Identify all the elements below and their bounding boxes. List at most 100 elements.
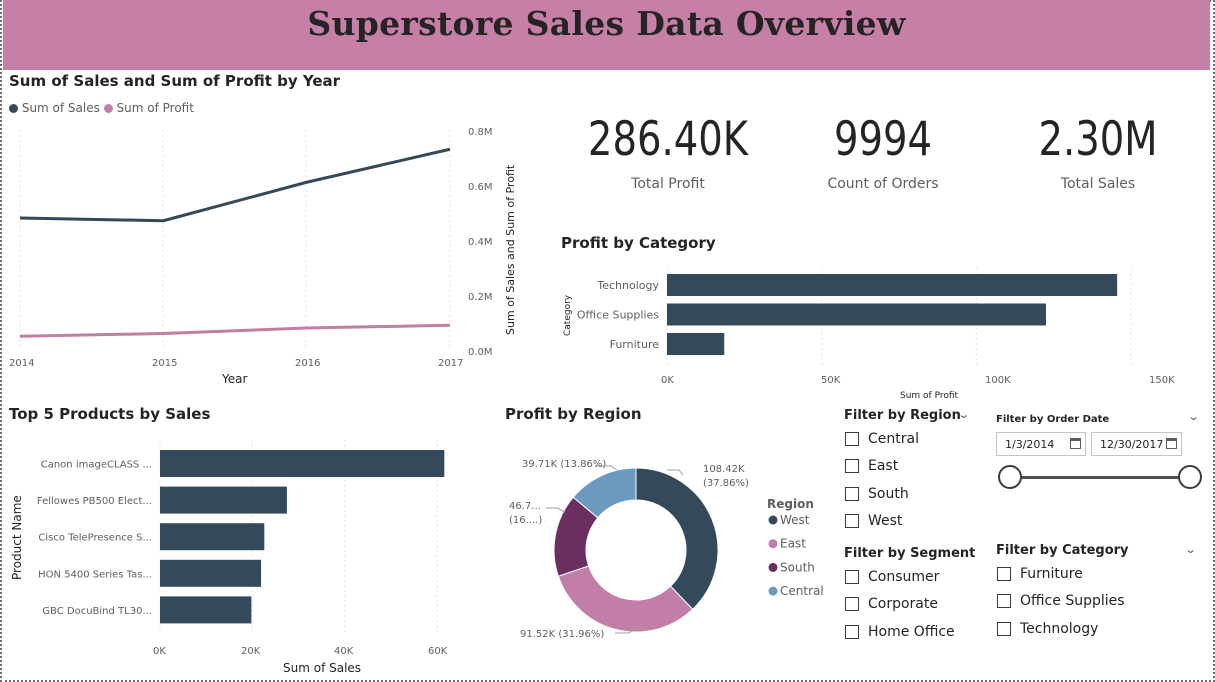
series-line-profit xyxy=(19,323,451,338)
category-bars: Technology Office Supplies Furniture xyxy=(577,274,1118,355)
checkbox[interactable] xyxy=(845,432,859,446)
donut-slice-east[interactable] xyxy=(557,565,694,633)
calendar-icon[interactable] xyxy=(1070,438,1081,449)
checkbox[interactable] xyxy=(997,594,1011,608)
y-tick: 0.0M xyxy=(468,347,493,358)
donut-slice-west[interactable] xyxy=(635,467,719,610)
category-bar[interactable] xyxy=(667,274,1118,296)
x-axis-label: Year xyxy=(221,372,247,386)
slice-label-south-pct: (16....) xyxy=(509,515,542,526)
date-range-start-handle[interactable] xyxy=(998,465,1022,489)
title-banner: Superstore Sales Data Overview xyxy=(3,0,1210,70)
checkbox[interactable] xyxy=(845,625,859,639)
category-bar[interactable] xyxy=(667,333,725,355)
checkbox[interactable] xyxy=(845,487,859,501)
sales-profit-line-chart: 0.0M 0.2M 0.4M 0.6M 0.8M 2014 2015 2016 … xyxy=(9,127,517,386)
filter-option-furniture[interactable]: Furniture xyxy=(997,566,1083,582)
legend-label-profit: Sum of Profit xyxy=(116,101,194,115)
filter-option-west[interactable]: West xyxy=(845,513,902,529)
y-axis-ticks: 0.0M 0.2M 0.4M 0.6M 0.8M xyxy=(468,127,493,358)
filter-option-south[interactable]: South xyxy=(845,486,909,502)
x-tick: 50K xyxy=(821,375,841,386)
option-label: Consumer xyxy=(868,569,940,585)
filter-date-title: Filter by Order Date xyxy=(996,414,1110,425)
checkbox[interactable] xyxy=(845,459,859,473)
series-line-sales xyxy=(19,147,451,223)
checkbox[interactable] xyxy=(997,567,1011,581)
date-range-end-handle[interactable] xyxy=(1178,465,1202,489)
line-chart-title: Sum of Sales and Sum of Profit by Year xyxy=(9,72,341,90)
line-series xyxy=(19,147,451,338)
legend-label-south: South xyxy=(780,560,815,574)
option-label: Central xyxy=(868,431,919,447)
date-range-slider-track[interactable] xyxy=(1010,476,1190,479)
product-bar[interactable] xyxy=(160,596,252,624)
legend-label-west: West xyxy=(780,513,810,527)
checkbox[interactable] xyxy=(845,514,859,528)
filter-region-title: Filter by Region xyxy=(844,408,961,423)
products-chart-title: Top 5 Products by Sales xyxy=(9,405,211,423)
slice-label-south: 46.7... xyxy=(509,501,541,512)
slice-label-west: 108.42K xyxy=(703,464,745,475)
end-date-value: 12/30/2017 xyxy=(1100,438,1164,451)
y-axis-label: Product Name xyxy=(10,495,24,580)
option-label: Office Supplies xyxy=(1020,593,1125,609)
filter-category-title: Filter by Category xyxy=(996,543,1129,558)
product-bar[interactable] xyxy=(160,523,265,551)
profit-by-region-donut: 108.42K (37.86%) 91.52K (31.96%) 46.7...… xyxy=(509,459,824,640)
y-tick: 0.4M xyxy=(468,237,493,248)
profit-by-category-chart: Technology Office Supplies Furniture 0K 50… xyxy=(563,268,1175,401)
filter-option-east[interactable]: East xyxy=(845,458,898,474)
product-tick-label: HON 5400 Series Tas... xyxy=(38,569,152,580)
x-tick: 40K xyxy=(334,646,354,657)
legend-label-east: East xyxy=(780,537,806,551)
x-tick: 60K xyxy=(428,646,448,657)
y-tick: 0.6M xyxy=(468,182,493,193)
y-tick: 0.2M xyxy=(468,292,493,303)
x-tick: 2017 xyxy=(438,358,463,369)
option-label: Technology xyxy=(1020,621,1099,637)
filter-option-corporate[interactable]: Corporate xyxy=(845,596,938,612)
top-products-chart: Canon imageCLASS ... Fellowes PB500 Elect… xyxy=(10,440,448,675)
product-bar[interactable] xyxy=(160,450,445,477)
filter-option-central[interactable]: Central xyxy=(845,431,919,447)
category-bar[interactable] xyxy=(667,303,1046,326)
kpi-total-profit-value: 286.40K xyxy=(587,112,749,167)
filter-option-home-office[interactable]: Home Office xyxy=(845,624,955,640)
checkbox[interactable] xyxy=(845,570,859,584)
x-tick: 20K xyxy=(241,646,261,657)
calendar-icon[interactable] xyxy=(1166,438,1177,449)
option-label: Home Office xyxy=(868,624,955,640)
slice-label-west-pct: (37.86%) xyxy=(703,478,749,489)
filter-option-consumer[interactable]: Consumer xyxy=(845,569,939,585)
slice-label-central: 39.71K (13.86%) xyxy=(522,459,606,470)
category-tick-label: Furniture xyxy=(610,338,660,351)
legend-marker-west xyxy=(768,515,778,525)
region-chart-title: Profit by Region xyxy=(505,405,642,423)
product-tick-label: Cisco TelePresence S... xyxy=(38,533,152,544)
region-legend-title: Region xyxy=(767,497,814,511)
y-axis-label: Category xyxy=(563,294,573,336)
checkbox[interactable] xyxy=(997,622,1011,636)
product-bar[interactable] xyxy=(160,486,287,514)
x-tick: 2016 xyxy=(295,358,320,369)
chevron-down-icon[interactable]: ⌄ xyxy=(1187,410,1200,423)
kpi-order-count-label: Count of Orders xyxy=(827,176,939,192)
end-date-input[interactable]: 12/30/2017 xyxy=(1091,432,1182,456)
category-chart-title: Profit by Category xyxy=(561,234,716,252)
x-tick: 2015 xyxy=(152,358,177,369)
start-date-input[interactable]: 1/3/2014 xyxy=(996,432,1086,456)
x-axis-label: Sum of Sales xyxy=(283,661,361,675)
filter-option-office-supplies[interactable]: Office Supplies xyxy=(997,593,1125,609)
x-tick: 0K xyxy=(153,646,166,657)
x-axis-ticks: 0K 20K 40K 60K xyxy=(153,646,448,657)
chevron-down-icon[interactable]: ⌄ xyxy=(957,408,970,421)
chevron-down-icon[interactable]: ⌄ xyxy=(1184,543,1197,556)
region-legend: West East South Central xyxy=(768,513,824,598)
option-label: Corporate xyxy=(868,596,938,612)
x-axis-ticks: 2014 2015 2016 2017 xyxy=(9,358,463,369)
filter-option-technology[interactable]: Technology xyxy=(997,621,1098,637)
checkbox[interactable] xyxy=(845,597,859,611)
category-tick-label: Office Supplies xyxy=(577,309,659,322)
product-bar[interactable] xyxy=(160,559,262,587)
